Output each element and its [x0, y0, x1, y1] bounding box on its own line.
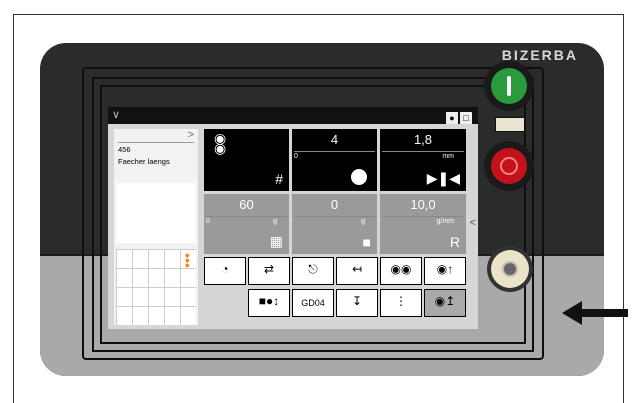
divider — [118, 142, 194, 143]
weight-per-mm-value: 10,0 — [410, 197, 436, 212]
article-image — [116, 183, 196, 243]
weight-lock-icon: ■ — [362, 234, 371, 250]
thickness-value: 1,8 — [413, 132, 433, 147]
height-button[interactable]: ↧ — [336, 289, 378, 317]
height-icon: ↧ — [351, 294, 363, 308]
tile-weight-tare[interactable]: 0 g ■ — [292, 194, 377, 254]
divider — [294, 151, 375, 152]
status-indicator — [495, 117, 525, 132]
stack-settings-button[interactable]: ◉↑ — [424, 257, 466, 285]
start-button[interactable] — [484, 61, 534, 111]
slice-count-min: 0 — [294, 153, 298, 160]
stack-lock-icon: ◉↥ — [434, 294, 456, 308]
key-icon — [491, 250, 529, 288]
vertical-stack-icon: ⋮ — [395, 294, 407, 308]
stack-preview-icon: ● ● ● — [184, 250, 190, 270]
pie-button[interactable]: ◔ — [204, 257, 246, 285]
chevron-right-icon[interactable]: > — [188, 129, 194, 141]
interleave-icon: ■●↕ — [258, 294, 280, 308]
weight-target-value: 60 — [239, 197, 254, 212]
carriage-button[interactable]: ⎋ — [292, 257, 334, 285]
grid-icon: # — [275, 171, 283, 187]
start-icon — [491, 68, 527, 104]
chevron-down-icon[interactable]: ∨ — [112, 108, 120, 121]
carriage-icon: ⎋ — [308, 262, 318, 276]
swap-button[interactable]: ⇄ — [248, 257, 290, 285]
weight-grid-icon: ▦ — [269, 233, 283, 249]
gd-button[interactable]: GD04 — [292, 289, 334, 317]
weight-per-mm-unit: g/mm — [436, 218, 455, 225]
double-circle-icon: ◉◉ — [390, 262, 412, 276]
tile-thickness[interactable]: 1,8 mm ▶❚◀ — [380, 129, 466, 191]
stop-icon — [491, 148, 527, 184]
top-bar: ∨ ● □ — [108, 107, 478, 124]
thickness-unit: mm — [442, 153, 454, 160]
divider — [294, 216, 375, 217]
chevron-left-icon[interactable]: < — [470, 217, 476, 229]
vertical-stack-button[interactable]: ⋮ — [380, 289, 422, 317]
tile-weight-per-mm[interactable]: 10,0 g/mm R — [380, 194, 466, 254]
divider — [382, 151, 464, 152]
weight-target-min: 0 — [206, 218, 210, 225]
article-name: Faecher laengs — [118, 157, 170, 166]
width-icon: ↤ — [351, 262, 363, 276]
width-button[interactable]: ↤ — [336, 257, 378, 285]
tile-stack-mode[interactable]: ◉ ◉ # — [204, 129, 289, 191]
slice-count-value: 4 — [330, 132, 339, 147]
tile-slice-count[interactable]: 4 0 — [292, 129, 377, 191]
circle-icon — [351, 169, 367, 185]
weight-r-icon: R — [449, 234, 460, 250]
divider — [382, 216, 464, 217]
user-icon[interactable]: ● — [446, 112, 458, 124]
touch-screen: ∨ ● □ > 456 Faecher laengs ● ● ● ◉ ◉ # 4 0 1… — [108, 107, 478, 329]
divider — [206, 216, 287, 217]
topbar-icons: ● □ — [444, 108, 474, 124]
weight-target-unit: g — [273, 218, 277, 225]
weight-tare-unit: g — [361, 218, 365, 225]
arrow-icon — [562, 301, 628, 325]
pie-icon: ◔ — [221, 262, 229, 276]
book-icon[interactable]: □ — [460, 112, 472, 124]
swap-icon: ⇄ — [263, 262, 275, 276]
stack-lock-button[interactable]: ◉↥ — [424, 289, 466, 317]
key-switch[interactable] — [487, 246, 533, 292]
stack-icon: ◉ ◉ — [214, 130, 227, 156]
article-panel[interactable]: > 456 Faecher laengs ● ● ● — [114, 129, 198, 325]
weight-tare-value: 0 — [330, 197, 339, 212]
gd-label: GD04 — [301, 298, 325, 308]
tile-weight-target[interactable]: 60 0 g ▦ — [204, 194, 289, 254]
double-circle-button[interactable]: ◉◉ — [380, 257, 422, 285]
interleave-button[interactable]: ■●↕ — [248, 289, 290, 317]
stack-settings-icon: ◉↑ — [436, 262, 454, 276]
thickness-icon: ▶❚◀ — [426, 170, 460, 186]
stop-button[interactable] — [484, 141, 534, 191]
article-plu: 456 — [118, 145, 131, 154]
